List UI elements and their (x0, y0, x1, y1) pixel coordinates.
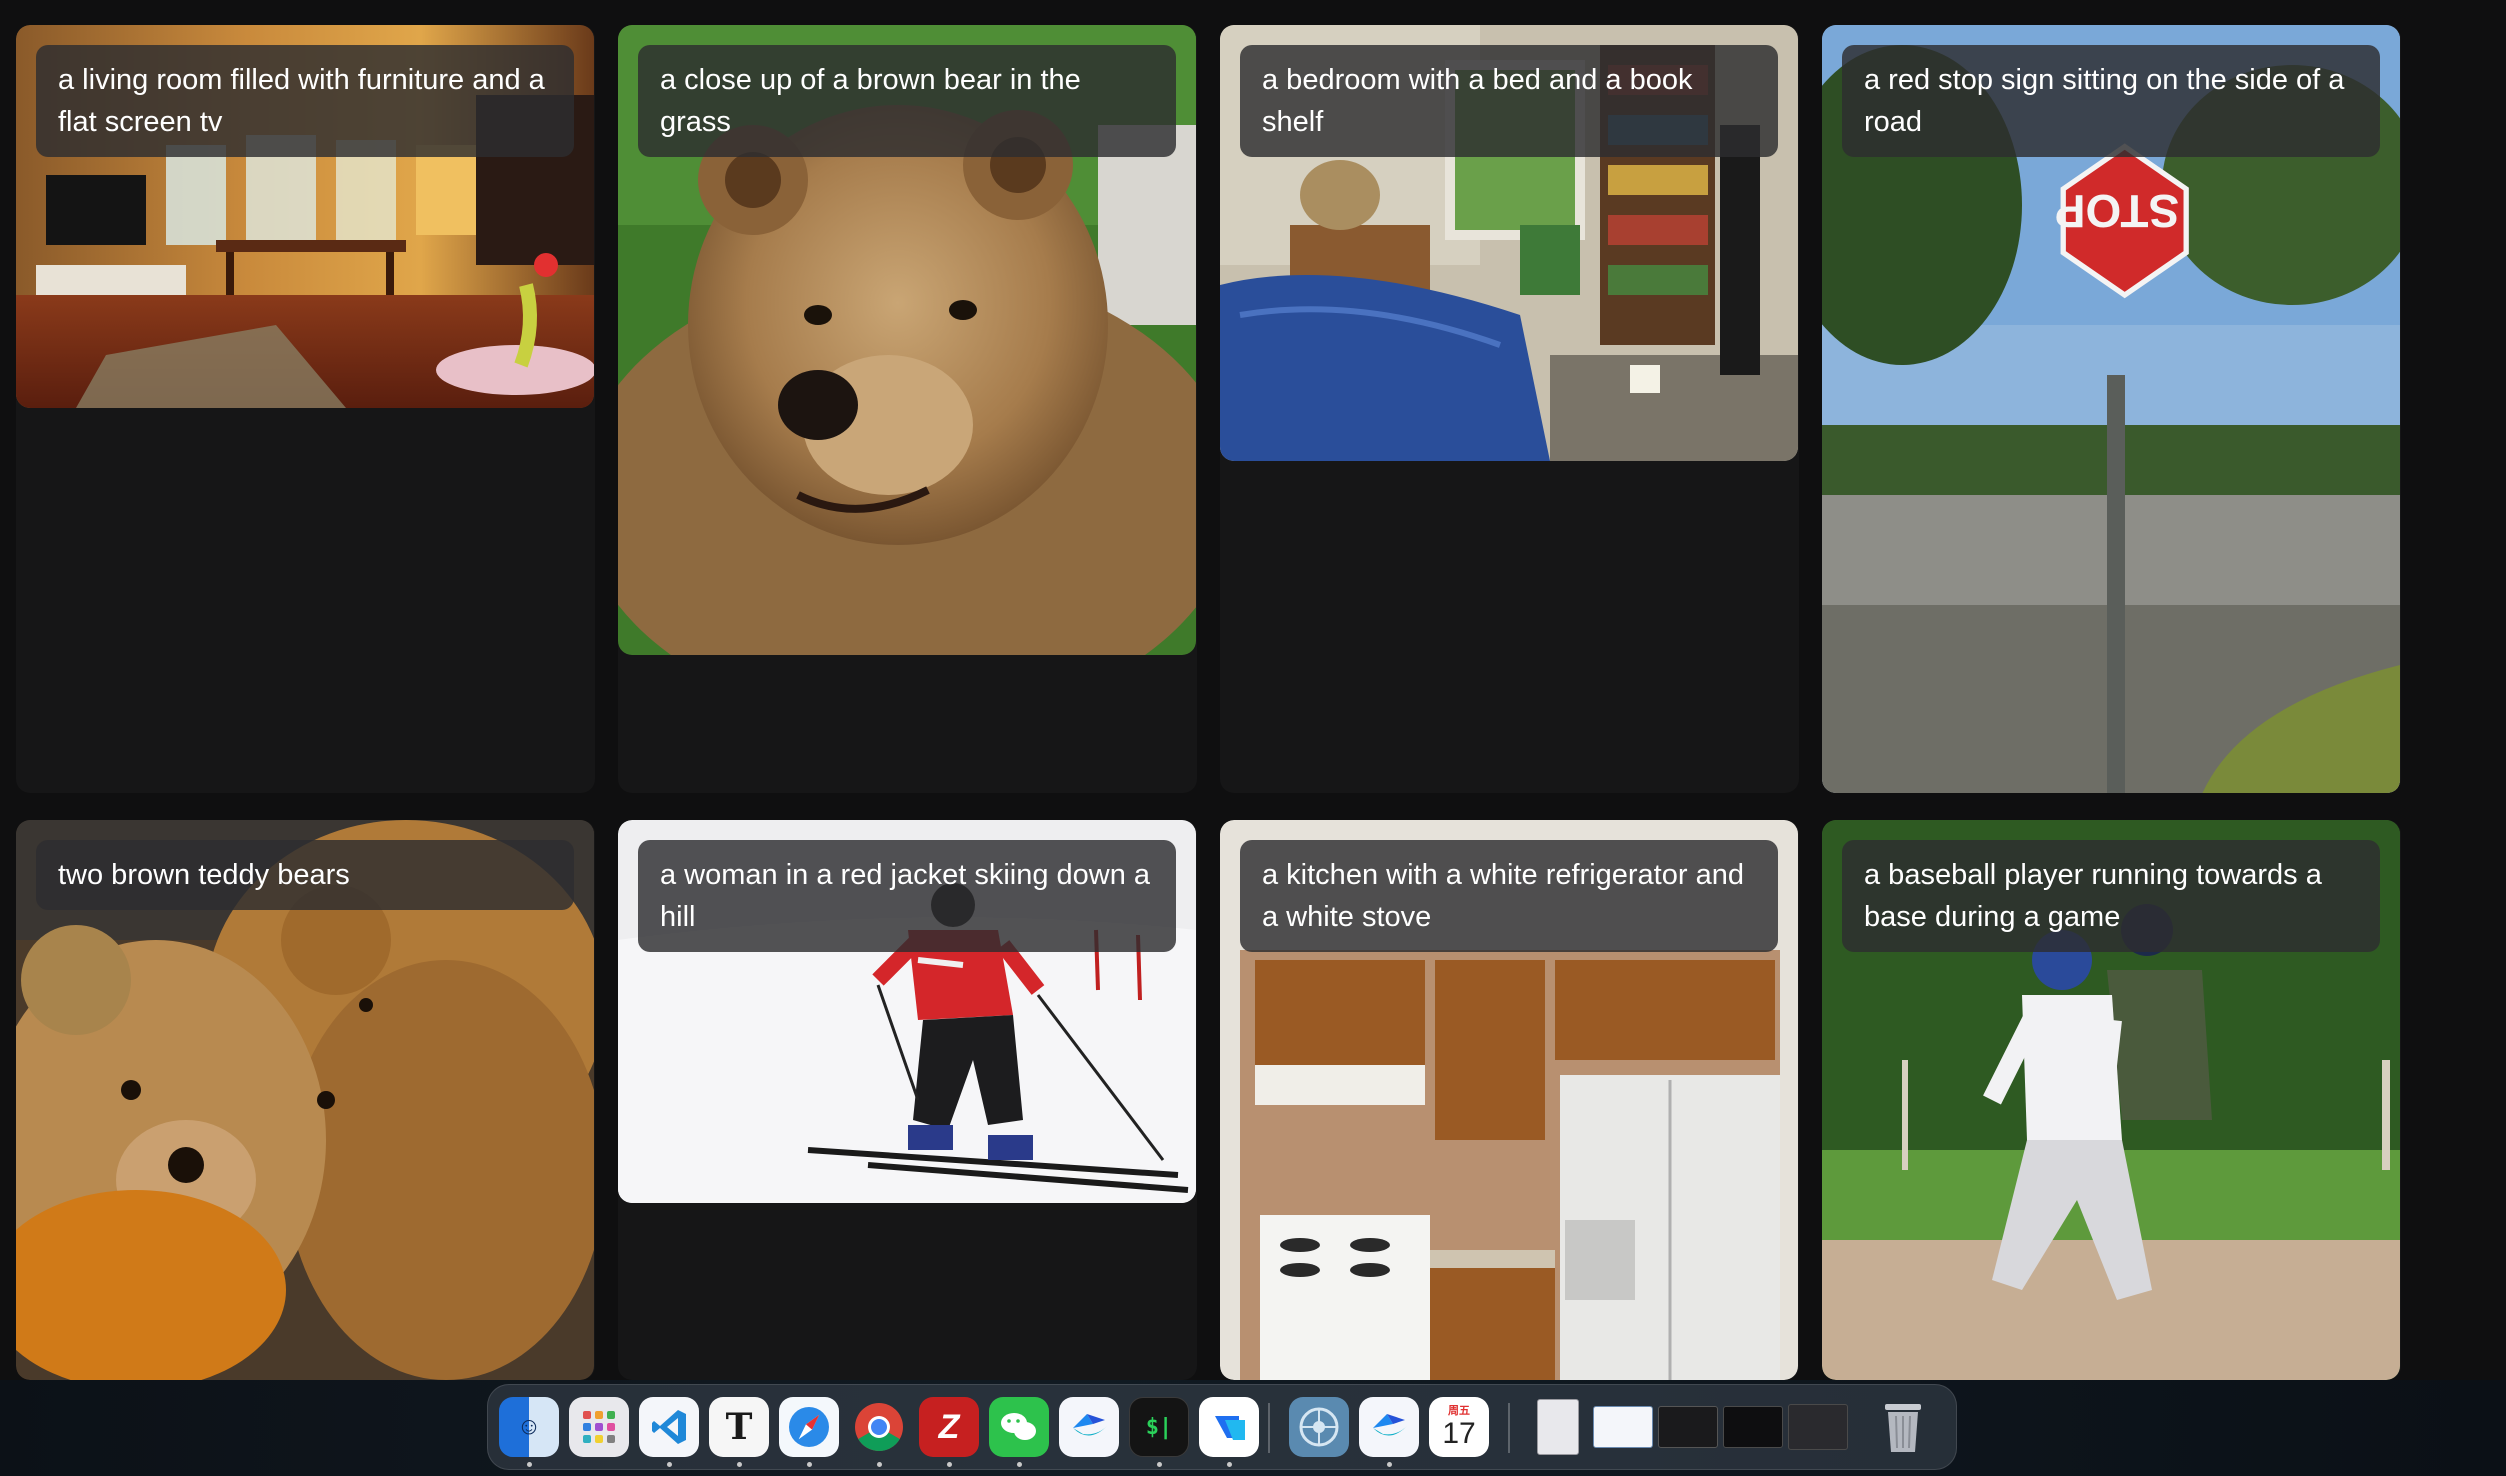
gallery-card-skier[interactable]: a woman in a red jacket skiing down a hi… (618, 820, 1197, 1380)
image-caption-gallery: a living room filled with furniture and … (0, 0, 2506, 1380)
gallery-card-stop-sign[interactable]: STOP a red stop sign sitting on the side… (1822, 25, 2401, 793)
finder-icon[interactable]: ☺ (499, 1397, 559, 1457)
wechat-icon[interactable] (989, 1397, 1049, 1457)
typora-icon[interactable]: T (709, 1397, 769, 1457)
card-caption: a red stop sign sitting on the side of a… (1842, 45, 2380, 157)
running-indicator (1387, 1462, 1392, 1467)
terminal-icon[interactable]: $| (1129, 1397, 1189, 1457)
running-indicator (1227, 1462, 1232, 1467)
running-indicator (877, 1462, 882, 1467)
tencent-meeting-icon[interactable] (1199, 1397, 1259, 1457)
calendar-icon[interactable]: 周五 17 (1429, 1397, 1489, 1457)
trash-icon[interactable] (1873, 1397, 1933, 1457)
network-icon[interactable] (1289, 1397, 1349, 1457)
card-caption: a close up of a brown bear in the grass (638, 45, 1176, 157)
gallery-card-kitchen[interactable]: a kitchen with a white refrigerator and … (1220, 820, 1799, 1380)
card-caption: two brown teddy bears (36, 840, 574, 910)
lark-alt-icon[interactable] (1359, 1397, 1419, 1457)
running-indicator (947, 1462, 952, 1467)
gallery-card-baseball[interactable]: a baseball player running towards a base… (1822, 820, 2401, 1380)
stop-sign-text: STOP (2055, 185, 2179, 237)
filezilla-icon[interactable]: Z (919, 1397, 979, 1457)
running-indicator (807, 1462, 812, 1467)
vscode-icon[interactable] (639, 1397, 699, 1457)
wechat-window-thumbnail-icon[interactable] (1788, 1397, 1848, 1457)
safari-icon[interactable] (779, 1397, 839, 1457)
running-indicator (1017, 1462, 1022, 1467)
gallery-card-living-room[interactable]: a living room filled with furniture and … (16, 25, 595, 793)
running-indicator (667, 1462, 672, 1467)
typora-window-thumbnail-icon[interactable] (1658, 1397, 1718, 1457)
running-indicator (527, 1462, 532, 1467)
card-caption: a baseball player running towards a base… (1842, 840, 2380, 952)
document-thumbnail-icon[interactable] (1528, 1397, 1588, 1457)
calendar-weekday: 周五 (1448, 1405, 1470, 1417)
dock: ☺ T Z $| 周五 17 (487, 1384, 1957, 1470)
window-thumbnail-icon[interactable] (1593, 1397, 1653, 1457)
terminal-window-thumbnail-icon[interactable] (1723, 1397, 1783, 1457)
calendar-day: 17 (1442, 1417, 1476, 1450)
chrome-icon[interactable] (849, 1397, 909, 1457)
dock-separator (1268, 1403, 1270, 1453)
card-caption: a bedroom with a bed and a book shelf (1240, 45, 1778, 157)
card-caption: a living room filled with furniture and … (36, 45, 574, 157)
card-caption: a kitchen with a white refrigerator and … (1240, 840, 1778, 952)
gallery-card-teddy-bears[interactable]: two brown teddy bears (16, 820, 595, 1380)
running-indicator (1157, 1462, 1162, 1467)
running-indicator (737, 1462, 742, 1467)
lark-icon[interactable] (1059, 1397, 1119, 1457)
card-caption: a woman in a red jacket skiing down a hi… (638, 840, 1176, 952)
gallery-card-brown-bear[interactable]: a close up of a brown bear in the grass (618, 25, 1197, 793)
gallery-card-bedroom[interactable]: a bedroom with a bed and a book shelf (1220, 25, 1799, 793)
dock-separator (1508, 1403, 1510, 1453)
launchpad-icon[interactable] (569, 1397, 629, 1457)
